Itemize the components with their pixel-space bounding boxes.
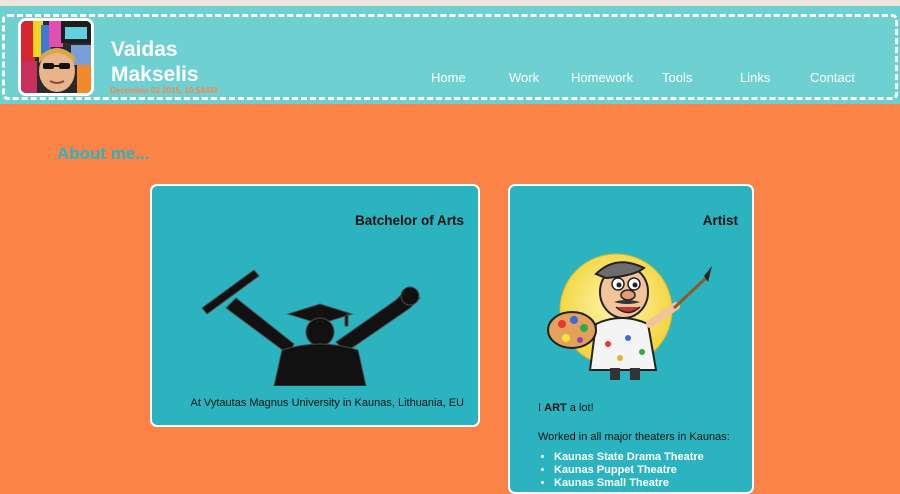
artist-line-1-bold: ART [544, 402, 567, 414]
artist-line-1: I ART a lot! [538, 401, 730, 415]
card-artist: Artist I ART a lot! Worked in all major … [508, 184, 754, 494]
avatar-photo-icon [21, 21, 91, 93]
card-bachelor-caption: At Vytautas Magnus University in Kaunas,… [190, 397, 464, 409]
about-title: About me... [57, 144, 150, 163]
nav-homework[interactable]: Homework [571, 70, 633, 85]
header-date: December 02 2015, 10:54AM [110, 86, 218, 95]
card-bachelor-of-arts: Batchelor of Arts At Vytautas Magnus Uni… [150, 184, 480, 427]
theater-list: Kaunas State Drama Theatre Kaunas Puppet… [538, 451, 704, 490]
card-artist-title: Artist [702, 213, 738, 228]
nav-contact[interactable]: Contact [810, 70, 855, 85]
nav-tools[interactable]: Tools [662, 70, 692, 85]
theater-item: Kaunas State Drama Theatre [554, 451, 704, 464]
theater-item: Kaunas Small Theatre [554, 477, 704, 490]
first-name: Vaidas [111, 38, 178, 61]
theater-item: Kaunas Puppet Theatre [554, 464, 704, 477]
artist-line-1-post: a lot! [566, 402, 594, 414]
site-header: Vaidas Makselis December 02 2015, 10:54A… [0, 6, 900, 104]
nav-home[interactable]: Home [431, 70, 466, 85]
profile-avatar [18, 18, 94, 96]
artist-cartoon-icon [547, 253, 712, 380]
artist-line-2: Worked in all major theaters in Kaunas: [538, 431, 730, 443]
nav-links[interactable]: Links [740, 70, 770, 85]
graduate-silhouette-icon [201, 269, 421, 386]
site-owner-name: Vaidas Makselis [111, 37, 199, 87]
card-bachelor-title: Batchelor of Arts [354, 213, 464, 228]
nav-work[interactable]: Work [509, 70, 539, 85]
last-name: Makselis [111, 63, 199, 86]
artist-description: I ART a lot! Worked in all major theater… [538, 401, 730, 444]
